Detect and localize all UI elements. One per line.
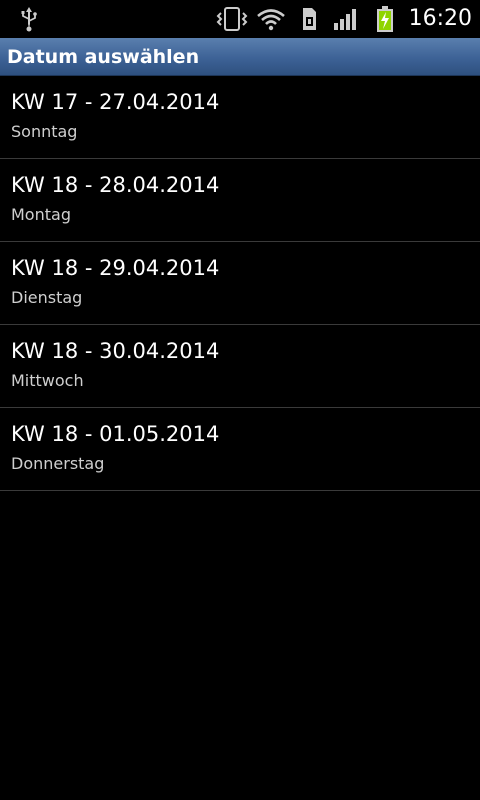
- sim-icon: [298, 0, 320, 38]
- date-label: KW 18 - 28.04.2014: [11, 173, 220, 197]
- date-list-item[interactable]: KW 17 - 27.04.2014 Sonntag: [0, 76, 480, 159]
- date-list-item[interactable]: KW 18 - 29.04.2014 Dienstag: [0, 242, 480, 325]
- usb-icon: [18, 0, 40, 38]
- weekday-label: Sonntag: [11, 122, 78, 141]
- date-list-item[interactable]: KW 18 - 28.04.2014 Montag: [0, 159, 480, 242]
- weekday-label: Montag: [11, 205, 71, 224]
- status-bar: 16:20: [0, 0, 480, 38]
- date-label: KW 17 - 27.04.2014: [11, 90, 220, 114]
- date-label: KW 18 - 30.04.2014: [11, 339, 220, 363]
- battery-charging-icon: [373, 0, 397, 38]
- status-clock: 16:20: [408, 6, 472, 31]
- vibrate-icon: [215, 0, 249, 38]
- weekday-label: Dienstag: [11, 288, 83, 307]
- weekday-label: Donnerstag: [11, 454, 105, 473]
- date-list: KW 17 - 27.04.2014 Sonntag KW 18 - 28.04…: [0, 76, 480, 491]
- weekday-label: Mittwoch: [11, 371, 84, 390]
- dialog-title-bar: Datum auswählen: [0, 38, 480, 76]
- wifi-icon: [256, 0, 286, 38]
- signal-icon: [332, 0, 360, 38]
- date-list-item[interactable]: KW 18 - 30.04.2014 Mittwoch: [0, 325, 480, 408]
- date-label: KW 18 - 29.04.2014: [11, 256, 220, 280]
- date-label: KW 18 - 01.05.2014: [11, 422, 220, 446]
- date-list-item[interactable]: KW 18 - 01.05.2014 Donnerstag: [0, 408, 480, 491]
- dialog-title: Datum auswählen: [7, 46, 200, 68]
